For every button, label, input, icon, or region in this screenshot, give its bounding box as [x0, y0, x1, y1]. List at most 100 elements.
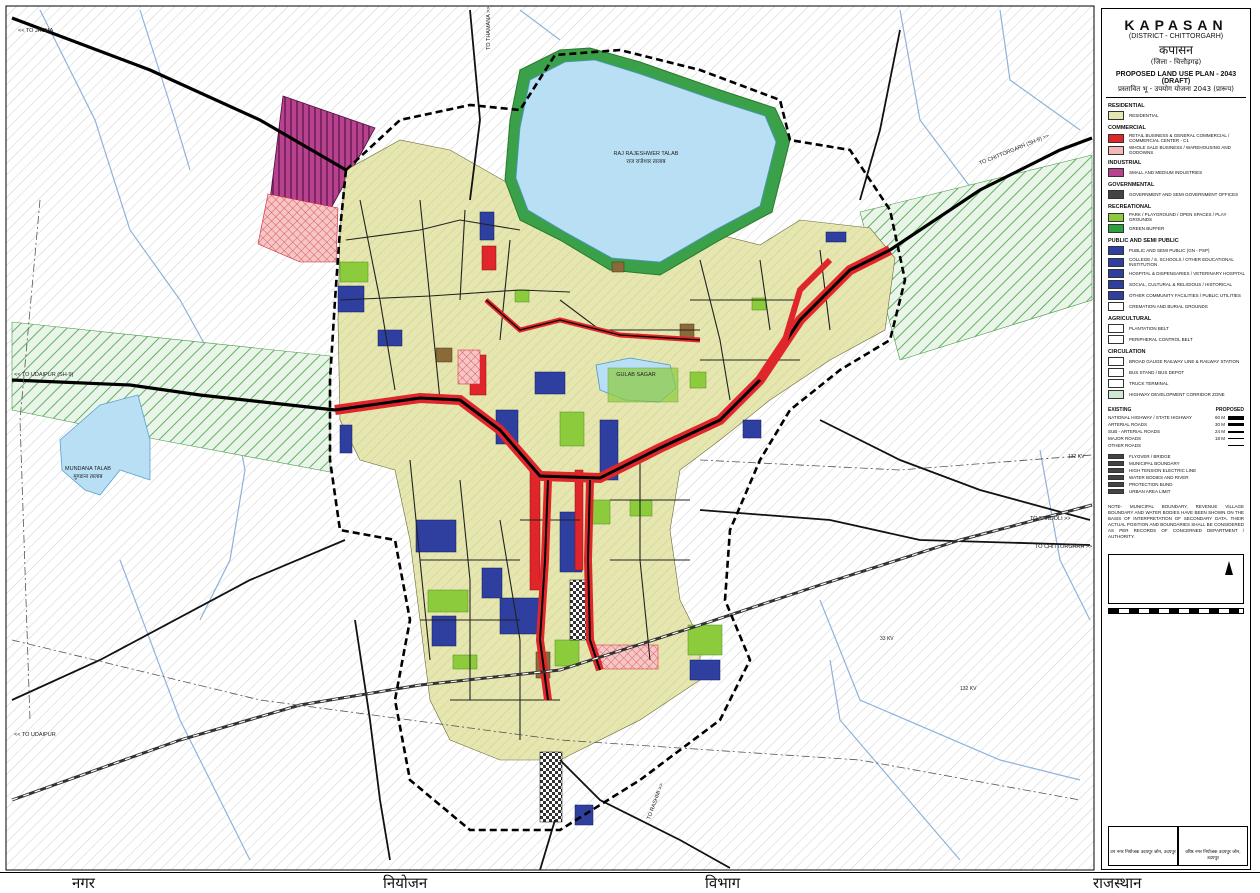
legend-heading: COMMERCIAL — [1108, 125, 1146, 131]
legend-swatch — [1108, 475, 1124, 480]
footer-word-1: नगर — [72, 874, 95, 892]
legend-item-label: OTHER COMMUNITY FACILITIES / PUBLIC UTIL… — [1129, 293, 1241, 298]
to-chittorgarh-east-label: TO CHITTORGARH >> — [1035, 544, 1092, 550]
legend-item: GREEN BUFFER — [1108, 224, 1250, 233]
legend-item: HIGHWAY DEVELOPMENT CORRIDOR ZONE — [1108, 390, 1250, 399]
roads-list: NATIONAL HIGHWAY / STATE HIGHWAY 60 M ARTE… — [1102, 415, 1250, 448]
legend-item: BROAD GAUGE RAILWAY LINE & RAILWAY STATI… — [1108, 357, 1250, 366]
footer-word-4: राजस्थान — [1093, 874, 1142, 892]
footer-banner: नगर नियोजन विभाग राजस्थान — [0, 872, 1260, 892]
legend-swatch — [1108, 461, 1124, 466]
legend-item-label: TRUCK TERMINAL — [1129, 381, 1169, 386]
legend-heading: RESIDENTIAL — [1108, 103, 1145, 109]
legend-swatch — [1108, 335, 1124, 344]
legend-item: WHOLE SALE BUSINESS / WAREHOUSING AND GO… — [1108, 145, 1250, 155]
town-title-hindi: कपासन — [1159, 43, 1193, 57]
legend-item: PARK / PLAYGROUND / OPEN SPACES / PLAY G… — [1108, 212, 1250, 222]
road-legend-item: MAJOR ROADS 18 M — [1108, 436, 1244, 441]
legend-item-label: PARK / PLAYGROUND / OPEN SPACES / PLAY G… — [1129, 212, 1227, 222]
legend-item-label: SOCIAL, CULTURAL & RELIGIOUS / HISTORICA… — [1129, 282, 1232, 287]
legend-item-label: PUBLIC AND SEMI PUBLIC (GN - PSP) — [1129, 248, 1210, 253]
road-legend-label: MAJOR ROADS — [1108, 436, 1142, 441]
legend-swatch — [1108, 468, 1124, 473]
legend-item-label: HOSPITAL & DISPENSARIES / VETERINARY HOS… — [1129, 271, 1246, 276]
legend-item-label: PROTECTION BUND — [1129, 482, 1173, 487]
location-inset — [1108, 554, 1244, 604]
legend-sections: RESIDENTIAL RESIDENTIAL COMMERCIAL RETAIL B… — [1102, 103, 1250, 399]
legend-item-label: BUS STAND / BUS DEPOT — [1129, 370, 1185, 375]
roads-legend: EXISTING PROPOSED NATIONAL HIGHWAY / STA… — [1102, 407, 1250, 448]
legend-swatch — [1108, 291, 1124, 300]
road-legend-line — [1228, 415, 1244, 420]
legend-item: GOVERNMENT AND SEMI GOVERNMENT OFFICES — [1108, 190, 1250, 199]
misc-legend-item: FLYOVER / BRIDGE — [1108, 454, 1250, 459]
legend-item-label: GOVERNMENT AND SEMI GOVERNMENT OFFICES — [1129, 192, 1239, 197]
road-legend-label: OTHER ROADS — [1108, 443, 1142, 448]
legend-item: COLLEGE / S. SCHOOLS / OTHER EDUCATIONAL… — [1108, 257, 1250, 267]
to-udaipur-sw-label: << TO UDAIPUR — [14, 732, 56, 738]
legend-heading: PUBLIC AND SEMI PUBLIC — [1108, 238, 1179, 244]
legend-note: NOTE- MUNICIPAL BOUNDARY, REVENUE VILLAG… — [1108, 504, 1244, 539]
legend-item: RETAIL BUSINESS & GENERAL COMMERCIAL / C… — [1108, 133, 1250, 143]
misc-legend-item: HIGH TENSION ELECTRIC LINE — [1108, 468, 1250, 473]
district-subtitle-hindi: (जिला - चित्तौड़गढ़) — [1150, 58, 1202, 66]
legend-swatch — [1108, 246, 1124, 255]
plan-title-hindi: प्रस्तावित भू - उपयोग योजना 2043 (प्रारू… — [1118, 85, 1234, 93]
road-legend-label: ARTERIAL ROADS — [1108, 422, 1148, 427]
legend-heading: AGRICULTURAL — [1108, 316, 1152, 322]
legend-item: PUBLIC AND SEMI PUBLIC (GN - PSP) — [1108, 246, 1250, 255]
roads-proposed-heading: PROPOSED — [1215, 407, 1244, 413]
legend-swatch — [1108, 168, 1124, 177]
legend-item: BUS STAND / BUS DEPOT — [1108, 368, 1250, 377]
road-legend-line — [1228, 430, 1244, 433]
legend-swatch — [1108, 357, 1124, 366]
legend-item: HOSPITAL & DISPENSARIES / VETERINARY HOS… — [1108, 269, 1250, 278]
scale-bar — [1108, 608, 1244, 614]
legend-heading: INDUSTRIAL — [1108, 160, 1142, 166]
legend-swatch — [1108, 302, 1124, 311]
legend-item: TRUCK TERMINAL — [1108, 379, 1250, 388]
government-block-2 — [539, 751, 563, 823]
legend-item-label: WHOLE SALE BUSINESS / WAREHOUSING AND GO… — [1129, 145, 1231, 155]
ht-line-label-3: 33 KV — [880, 636, 894, 642]
legend-item-label: URBAN AREA LIMIT — [1129, 489, 1171, 494]
road-legend-width: 24 M — [1214, 429, 1225, 434]
footer-word-2: नियोजन — [383, 874, 428, 892]
legend-item-label: PERIPHERAL CONTROL BELT — [1129, 337, 1193, 342]
road-legend-line — [1228, 438, 1244, 439]
legend-swatch — [1108, 224, 1124, 233]
legend-swatch — [1108, 212, 1124, 222]
lake-main-label-hindi: राज राजेश्वर तालाब — [626, 158, 666, 165]
misc-legend-item: MUNICIPAL BOUNDARY — [1108, 461, 1250, 466]
north-arrow-icon — [1225, 561, 1233, 575]
legend-item-label: COLLEGE / S. SCHOOLS / OTHER EDUCATIONAL… — [1129, 257, 1234, 267]
misc-legend: FLYOVER / BRIDGE MUNICIPAL BOUNDARY HIGH T… — [1102, 454, 1250, 494]
legend-swatch — [1108, 482, 1124, 487]
map-legend: KAPASAN (DISTRICT - CHITTORGARH) कपासन (… — [1101, 8, 1251, 870]
legend-swatch — [1108, 489, 1124, 494]
legend-heading: RECREATIONAL — [1108, 204, 1152, 210]
district-subtitle: (DISTRICT - CHITTORGARH) — [1128, 33, 1224, 40]
road-legend-line — [1228, 445, 1244, 446]
to-udaipur-west-label: << TO UDAIPUR (SH-9) — [14, 372, 74, 378]
land-use-map: RAJ RAJESHWER TALAB राज राजेश्वर तालाब G… — [5, 5, 1095, 871]
road-legend-width: 60 M — [1214, 415, 1225, 420]
signature-left: उप नगर नियोजक उदयपुर जोन, उदयपुर — [1108, 826, 1178, 866]
legend-swatch — [1108, 111, 1124, 120]
legend-item-label: RESIDENTIAL — [1129, 113, 1159, 118]
legend-swatch — [1108, 390, 1124, 399]
road-legend-item: NATIONAL HIGHWAY / STATE HIGHWAY 60 M — [1108, 415, 1244, 420]
legend-swatch — [1108, 133, 1124, 143]
ht-line-label-1: 132 KV — [1068, 454, 1085, 460]
legend-item-label: HIGH TENSION ELECTRIC LINE — [1129, 468, 1197, 473]
government-block-1 — [569, 579, 587, 641]
road-legend-label: NATIONAL HIGHWAY / STATE HIGHWAY — [1108, 415, 1193, 420]
legend-swatch — [1108, 324, 1124, 333]
legend-swatch — [1108, 269, 1124, 278]
road-legend-line — [1228, 423, 1244, 426]
signature-right: वरिष्ठ नगर नियोजक उदयपुर जोन, उदयपुर — [1178, 826, 1248, 866]
legend-item: OTHER COMMUNITY FACILITIES / PUBLIC UTIL… — [1108, 291, 1250, 300]
legend-item: RESIDENTIAL — [1108, 111, 1250, 120]
legend-swatch — [1108, 454, 1124, 459]
legend-heading: GOVERNMENTAL — [1108, 182, 1155, 188]
